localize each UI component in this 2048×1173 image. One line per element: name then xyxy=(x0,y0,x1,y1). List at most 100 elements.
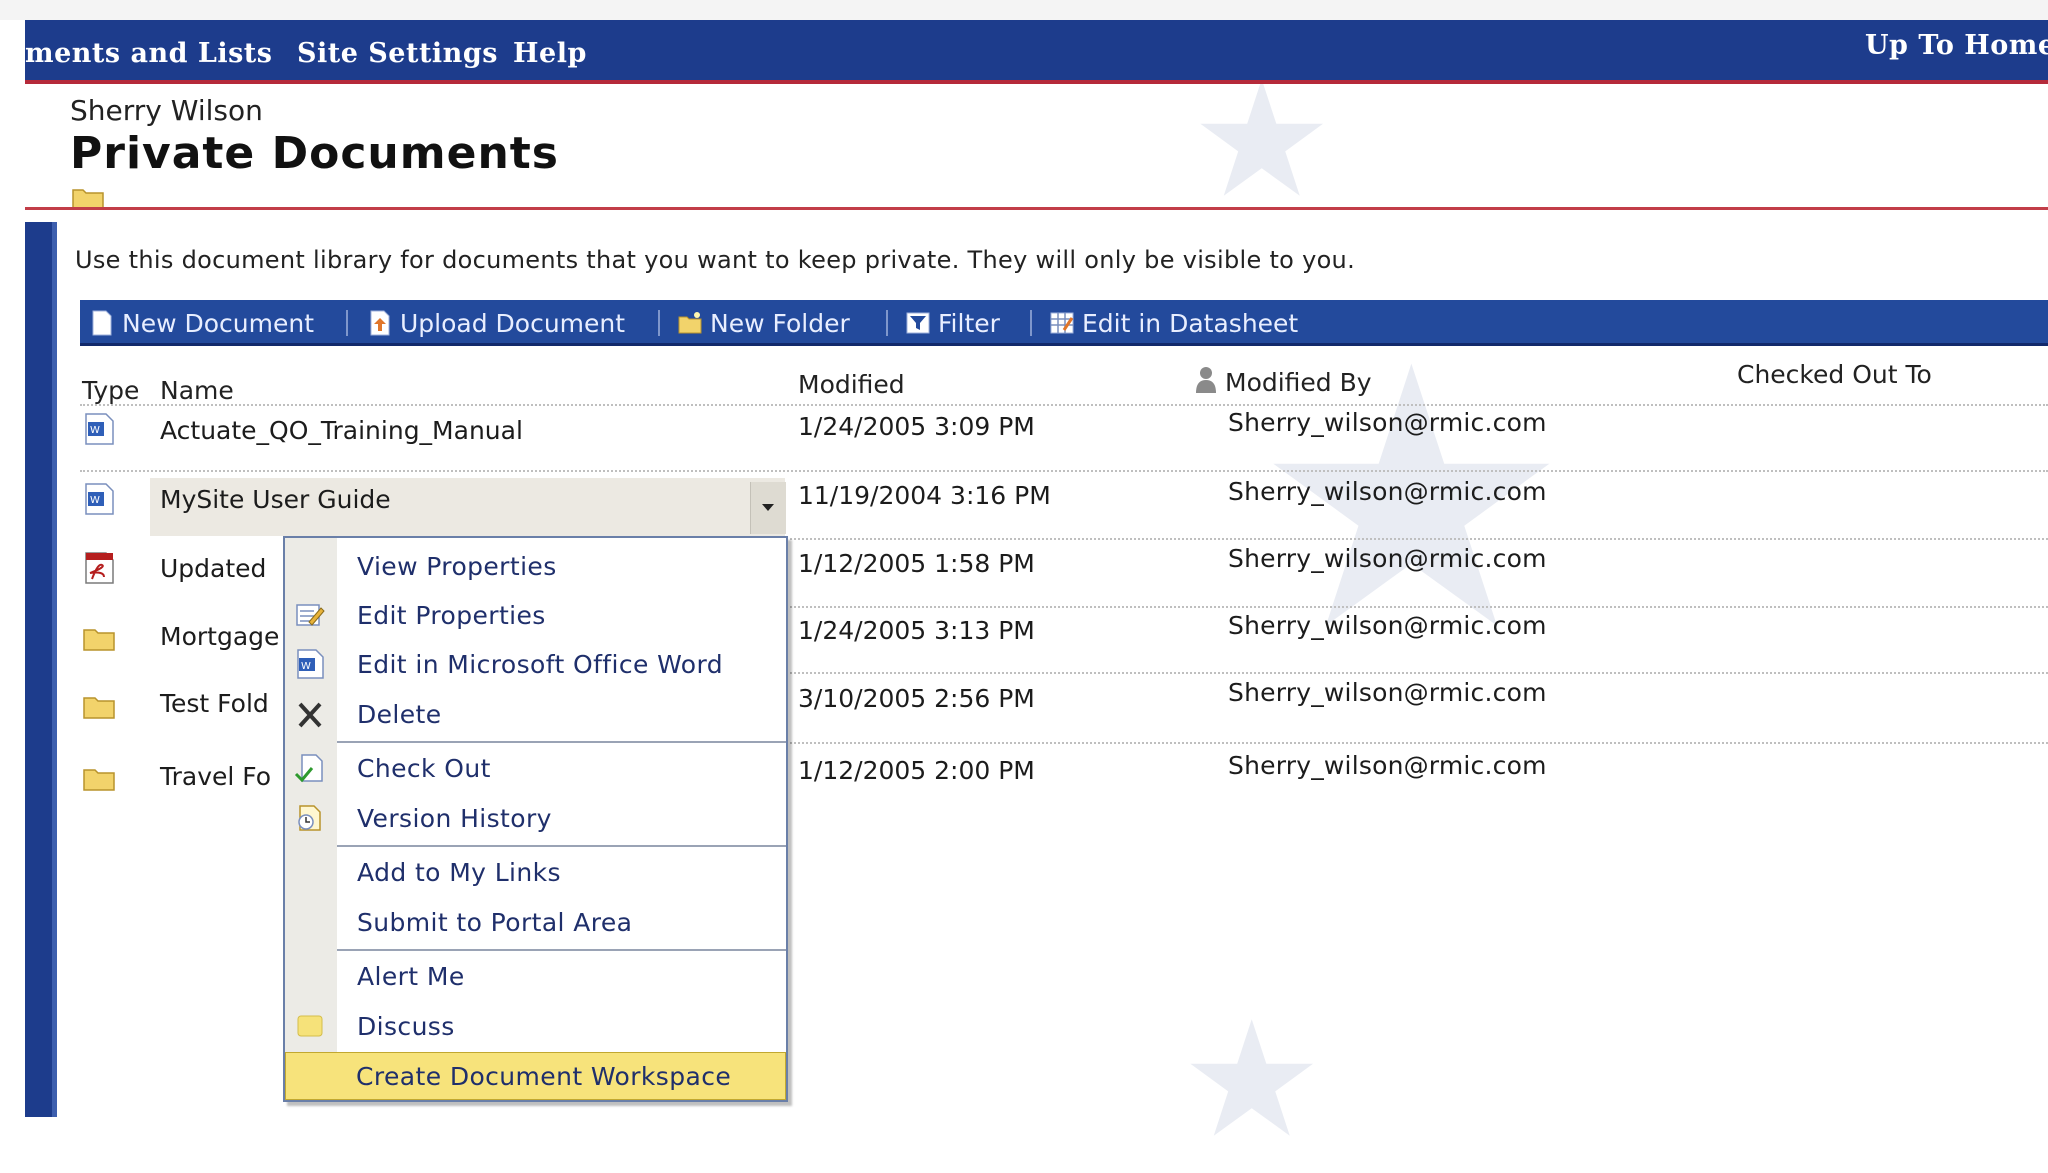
row-divider xyxy=(80,470,2048,472)
library-description: Use this document library for documents … xyxy=(75,246,1355,274)
new-folder-icon xyxy=(678,312,702,334)
column-header-modified-by[interactable]: Modified By xyxy=(1225,368,1372,397)
modified-by-link[interactable]: Sherry_wilson@rmic.com xyxy=(1228,477,1547,506)
menu-separator xyxy=(337,741,786,743)
new-folder-label: New Folder xyxy=(710,308,850,338)
check-out-icon xyxy=(294,754,323,783)
menu-item-create-document-workspace[interactable]: Create Document Workspace xyxy=(285,1052,786,1100)
toolbar-separator xyxy=(1030,310,1032,336)
user-icon xyxy=(1196,367,1216,393)
header-divider xyxy=(25,207,2048,210)
modified-by-link[interactable]: Sherry_wilson@rmic.com xyxy=(1228,544,1547,573)
menu-item-label: Create Document Workspace xyxy=(356,1062,732,1091)
new-document-button[interactable]: New Document xyxy=(90,307,314,339)
modified-by-link[interactable]: Sherry_wilson@rmic.com xyxy=(1228,678,1547,707)
column-header-checked-out-to[interactable]: Checked Out To xyxy=(1737,360,1932,389)
pdf-document-icon[interactable] xyxy=(82,551,116,585)
nav-site-settings[interactable]: Site Settings xyxy=(297,38,498,69)
menu-item-alert-me[interactable]: Alert Me xyxy=(285,952,786,1000)
file-name-link[interactable]: Actuate_QO_Training_Manual xyxy=(160,416,523,445)
column-header-type[interactable]: Type xyxy=(82,376,139,405)
row-divider xyxy=(790,538,2048,540)
background-star-decoration: ★ xyxy=(1190,46,1334,233)
modified-by-link[interactable]: Sherry_wilson@rmic.com xyxy=(1228,751,1547,780)
menu-item-label: Check Out xyxy=(357,754,491,783)
version-history-icon xyxy=(298,805,321,831)
menu-item-submit-to-portal-area[interactable]: Submit to Portal Area xyxy=(285,898,786,946)
modified-date: 1/12/2005 2:00 PM xyxy=(798,756,1035,785)
new-document-label: New Document xyxy=(122,308,314,338)
menu-separator xyxy=(337,845,786,847)
datasheet-icon xyxy=(1050,312,1074,334)
modified-date: 1/24/2005 3:09 PM xyxy=(798,412,1035,441)
modified-by-link[interactable]: Sherry_wilson@rmic.com xyxy=(1228,408,1547,437)
item-dropdown-button[interactable] xyxy=(750,482,786,534)
row-divider xyxy=(790,742,2048,744)
page-title: Private Documents xyxy=(70,128,559,179)
filter-label: Filter xyxy=(938,308,1000,338)
edit-properties-icon xyxy=(296,604,325,626)
folder-name-link[interactable]: Mortgage xyxy=(160,622,279,651)
menu-item-discuss[interactable]: Discuss xyxy=(285,1002,786,1050)
row-divider xyxy=(790,606,2048,608)
upload-document-button[interactable]: Upload Document xyxy=(368,307,625,339)
toolbar-separator xyxy=(658,310,660,336)
site-owner-name: Sherry Wilson xyxy=(70,94,263,127)
nav-documents-and-lists[interactable]: ments and Lists xyxy=(25,38,272,69)
chevron-down-icon xyxy=(762,504,774,511)
menu-item-label: Add to My Links xyxy=(357,858,561,887)
menu-item-label: Edit Properties xyxy=(357,601,546,630)
header-divider xyxy=(80,404,2048,406)
discuss-icon xyxy=(297,1015,323,1037)
edit-in-datasheet-button[interactable]: Edit in Datasheet xyxy=(1050,307,1298,339)
file-name-link[interactable]: Updated xyxy=(160,554,266,583)
new-document-icon xyxy=(92,310,112,336)
nav-up-to-home[interactable]: Up To Home xyxy=(1865,30,2048,61)
left-frame-border-inner xyxy=(52,222,57,1117)
new-folder-button[interactable]: New Folder xyxy=(678,307,850,339)
file-name-link[interactable]: MySite User Guide xyxy=(160,485,391,514)
modified-date: 3/10/2005 2:56 PM xyxy=(798,684,1035,713)
top-navigation-bar: ments and Lists Site Settings Help Up To… xyxy=(25,20,2048,84)
modified-date: 1/24/2005 3:13 PM xyxy=(798,616,1035,645)
menu-item-label: Edit in Microsoft Office Word xyxy=(357,650,723,679)
svg-text:W: W xyxy=(301,661,311,672)
menu-item-delete[interactable]: Delete xyxy=(285,690,786,738)
menu-item-label: Delete xyxy=(357,700,442,729)
folder-icon[interactable] xyxy=(82,690,116,724)
svg-text:W: W xyxy=(90,495,100,506)
menu-item-check-out[interactable]: Check Out xyxy=(285,744,786,792)
menu-item-label: View Properties xyxy=(357,552,557,581)
menu-item-label: Version History xyxy=(357,804,552,833)
word-document-icon[interactable]: W xyxy=(82,482,116,516)
menu-item-label: Discuss xyxy=(357,1012,455,1041)
column-header-name[interactable]: Name xyxy=(160,376,234,405)
menu-item-version-history[interactable]: Version History xyxy=(285,794,786,842)
upload-document-label: Upload Document xyxy=(400,308,626,338)
folder-name-link[interactable]: Test Fold xyxy=(160,689,269,718)
menu-item-edit-properties[interactable]: Edit Properties xyxy=(285,591,786,639)
menu-separator xyxy=(337,949,786,951)
menu-item-label: Alert Me xyxy=(357,962,465,991)
library-toolbar: New Document Upload Document New Folder … xyxy=(80,300,2048,346)
modified-date: 1/12/2005 1:58 PM xyxy=(798,549,1035,578)
word-icon: W xyxy=(297,649,324,679)
browser-top-strip xyxy=(0,0,2048,20)
menu-item-label: Submit to Portal Area xyxy=(357,908,633,937)
menu-item-edit-in-word[interactable]: W Edit in Microsoft Office Word xyxy=(285,640,786,688)
upload-document-icon xyxy=(370,310,390,336)
word-document-icon[interactable]: W xyxy=(82,412,116,446)
filter-button[interactable]: Filter xyxy=(906,307,1000,339)
toolbar-separator xyxy=(886,310,888,336)
nav-help[interactable]: Help xyxy=(513,38,587,69)
item-context-menu: View Properties Edit Properties W Edit i… xyxy=(283,536,788,1102)
folder-icon[interactable] xyxy=(82,762,116,796)
folder-icon[interactable] xyxy=(82,622,116,656)
modified-by-link[interactable]: Sherry_wilson@rmic.com xyxy=(1228,611,1547,640)
background-star-decoration: ★ xyxy=(1180,986,1324,1173)
folder-name-link[interactable]: Travel Fo xyxy=(160,762,271,791)
menu-item-add-to-my-links[interactable]: Add to My Links xyxy=(285,848,786,896)
column-header-modified[interactable]: Modified xyxy=(798,370,905,399)
toolbar-separator xyxy=(346,310,348,336)
menu-item-view-properties[interactable]: View Properties xyxy=(285,542,786,590)
